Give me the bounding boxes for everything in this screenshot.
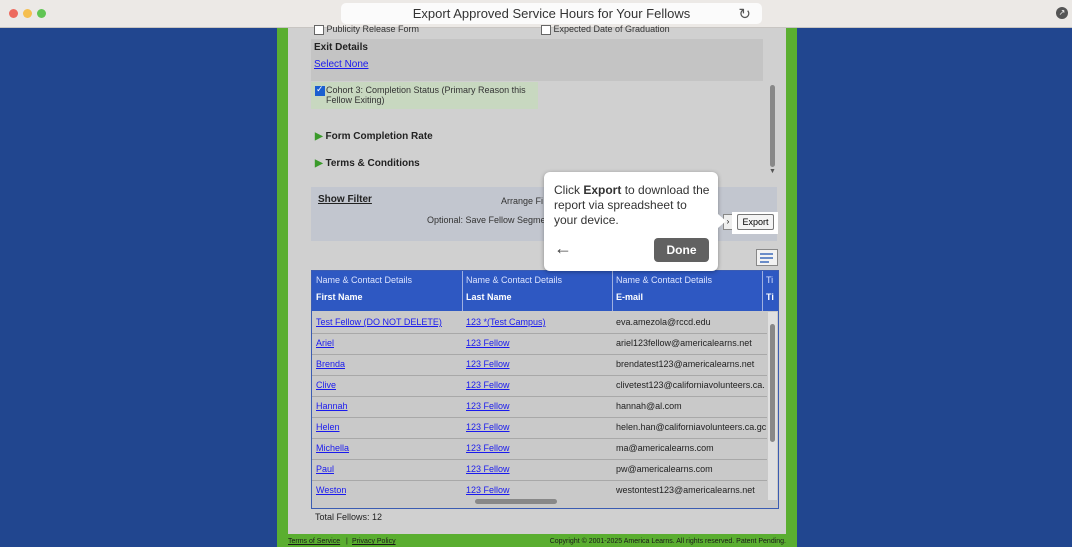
first-name-link[interactable]: Michella [316, 443, 349, 453]
export-tip-popover: Click Export to download the report via … [544, 172, 726, 271]
expand-triangle-icon: ▶ [315, 158, 323, 169]
column-header-first-name[interactable]: Name & Contact Details First Name [312, 271, 463, 311]
table-row: Michella 123 Fellow ma@americalearns.com [312, 438, 767, 460]
exit-details-section [311, 39, 763, 81]
email-cell: clivetest123@californiavolunteers.ca. [616, 380, 765, 390]
email-cell: westontest123@americalearns.net [616, 485, 755, 495]
table-row: Clive 123 Fellow clivetest123@california… [312, 375, 767, 397]
email-cell: ariel123fellow@americalearns.net [616, 338, 752, 348]
column-label: Last Name [466, 292, 512, 302]
save-segment-label: Optional: Save Fellow Segme [427, 215, 546, 225]
email-cell: pw@americalearns.com [616, 464, 713, 474]
fellows-table: Name & Contact Details First Name Name &… [311, 270, 779, 509]
column-label: Ti [766, 292, 774, 302]
last-name-link[interactable]: 123 Fellow [466, 380, 510, 390]
email-cell: brendatest123@americalearns.net [616, 359, 755, 369]
minimize-window-button[interactable] [23, 9, 32, 18]
scroll-down-arrow-icon[interactable]: ▼ [769, 168, 776, 175]
first-name-link[interactable]: Helen [316, 422, 340, 432]
last-name-link[interactable]: 123 Fellow [466, 443, 510, 453]
first-name-link[interactable]: Hannah [316, 401, 348, 411]
terms-of-service-link[interactable]: Terms of Service [288, 538, 340, 545]
table-vertical-scroll-track[interactable] [768, 312, 777, 500]
first-name-link[interactable]: Weston [316, 485, 346, 495]
popover-text-bold: Export [583, 183, 622, 197]
last-name-link[interactable]: 123 *(Test Campus) [466, 317, 546, 327]
export-button[interactable]: Export [737, 214, 774, 230]
copyright-text: Copyright © 2001-2025 America Learns. Al… [549, 538, 786, 545]
column-chooser-icon[interactable] [756, 249, 778, 266]
table-vertical-scrollbar[interactable] [770, 324, 775, 442]
first-name-link[interactable]: Clive [316, 380, 336, 390]
email-cell: ma@americalearns.com [616, 443, 714, 453]
expected-grad-label: Expected Date of Graduation [553, 24, 670, 34]
publicity-checkbox[interactable] [314, 24, 324, 35]
cohort-option[interactable]: Cohort 3: Completion Status (Primary Rea… [311, 82, 538, 109]
first-name-link[interactable]: Ariel [316, 338, 334, 348]
table-row: Test Fellow (DO NOT DELETE) 123 *(Test C… [312, 312, 767, 334]
last-name-link[interactable]: 123 Fellow [466, 422, 510, 432]
options-scrollbar[interactable] [770, 85, 775, 167]
last-name-link[interactable]: 123 Fellow [466, 359, 510, 369]
terms-conditions-label: Terms & Conditions [325, 158, 420, 169]
close-window-button[interactable] [9, 9, 18, 18]
last-name-link[interactable]: 123 Fellow [466, 464, 510, 474]
expected-grad-checkbox[interactable] [541, 24, 551, 35]
form-completion-rate-label: Form Completion Rate [325, 131, 433, 142]
publicity-label: Publicity Release Form [326, 24, 420, 34]
done-button[interactable]: Done [654, 238, 709, 262]
email-cell: helen.han@californiavolunteers.ca.gc [616, 422, 766, 432]
arrange-fields-label: Arrange Fi [501, 196, 544, 206]
column-label: E-mail [616, 292, 644, 302]
terms-conditions-toggle[interactable]: ▶ Terms & Conditions [315, 158, 420, 169]
last-name-link[interactable]: 123 Fellow [466, 338, 510, 348]
exit-details-heading: Exit Details [314, 42, 368, 53]
reload-icon[interactable]: ↻ [738, 4, 751, 25]
column-group-label: Ti [766, 275, 774, 285]
column-header-last-name[interactable]: Name & Contact Details Last Name [462, 271, 613, 311]
table-row: Ariel 123 Fellow ariel123fellow@americal… [312, 333, 767, 355]
popover-text: Click Export to download the report via … [554, 183, 712, 228]
column-label: First Name [316, 292, 363, 302]
column-group-label: Name & Contact Details [466, 275, 563, 285]
column-group-label: Name & Contact Details [316, 275, 413, 285]
popover-text-part: Click [554, 183, 584, 197]
select-none-link[interactable]: Select None [314, 59, 368, 70]
table-row: Brenda 123 Fellow brendatest123@americal… [312, 354, 767, 376]
column-group-label: Name & Contact Details [616, 275, 713, 285]
page-title: Export Approved Service Hours for Your F… [412, 6, 691, 21]
address-bar[interactable]: Export Approved Service Hours for Your F… [341, 3, 762, 24]
cohort-label: Cohort 3: Completion Status (Primary Rea… [326, 85, 526, 105]
expected-grad-checkbox-row[interactable]: Expected Date of Graduation [541, 24, 670, 35]
table-header: Name & Contact Details First Name Name &… [312, 271, 778, 311]
privacy-policy-link[interactable]: Privacy Policy [352, 538, 396, 545]
table-horizontal-scroll-track[interactable] [452, 498, 768, 506]
email-cell: hannah@al.com [616, 401, 682, 411]
page-footer: Terms of Service | Privacy Policy Copyri… [277, 534, 797, 547]
show-filter-link[interactable]: Show Filter [318, 194, 372, 205]
column-header-truncated[interactable]: Ti Ti [762, 271, 778, 311]
table-row: Helen 123 Fellow helen.han@californiavol… [312, 417, 767, 439]
first-name-link[interactable]: Test Fellow (DO NOT DELETE) [316, 317, 442, 327]
column-header-email[interactable]: Name & Contact Details E-mail [612, 271, 763, 311]
last-name-link[interactable]: 123 Fellow [466, 401, 510, 411]
back-arrow-icon[interactable]: ← [554, 238, 572, 259]
total-fellows-count: Total Fellows: 12 [315, 512, 383, 522]
maximize-window-button[interactable] [37, 9, 46, 18]
table-horizontal-scrollbar[interactable] [475, 499, 557, 504]
footer-separator: | [346, 538, 348, 545]
window-titlebar: Export Approved Service Hours for Your F… [0, 0, 1072, 28]
first-name-link[interactable]: Brenda [316, 359, 345, 369]
email-cell: eva.amezola@rccd.edu [616, 317, 711, 327]
last-name-link[interactable]: 123 Fellow [466, 485, 510, 495]
table-row: Paul 123 Fellow pw@americalearns.com [312, 459, 767, 481]
table-row: Hannah 123 Fellow hannah@al.com [312, 396, 767, 418]
form-completion-rate-toggle[interactable]: ▶ Form Completion Rate [315, 131, 433, 142]
publicity-checkbox-row[interactable]: Publicity Release Form [314, 24, 419, 35]
cohort-checkbox[interactable] [315, 84, 325, 96]
expand-triangle-icon: ▶ [315, 131, 323, 142]
compass-icon[interactable]: ↗ [1056, 7, 1068, 19]
first-name-link[interactable]: Paul [316, 464, 334, 474]
